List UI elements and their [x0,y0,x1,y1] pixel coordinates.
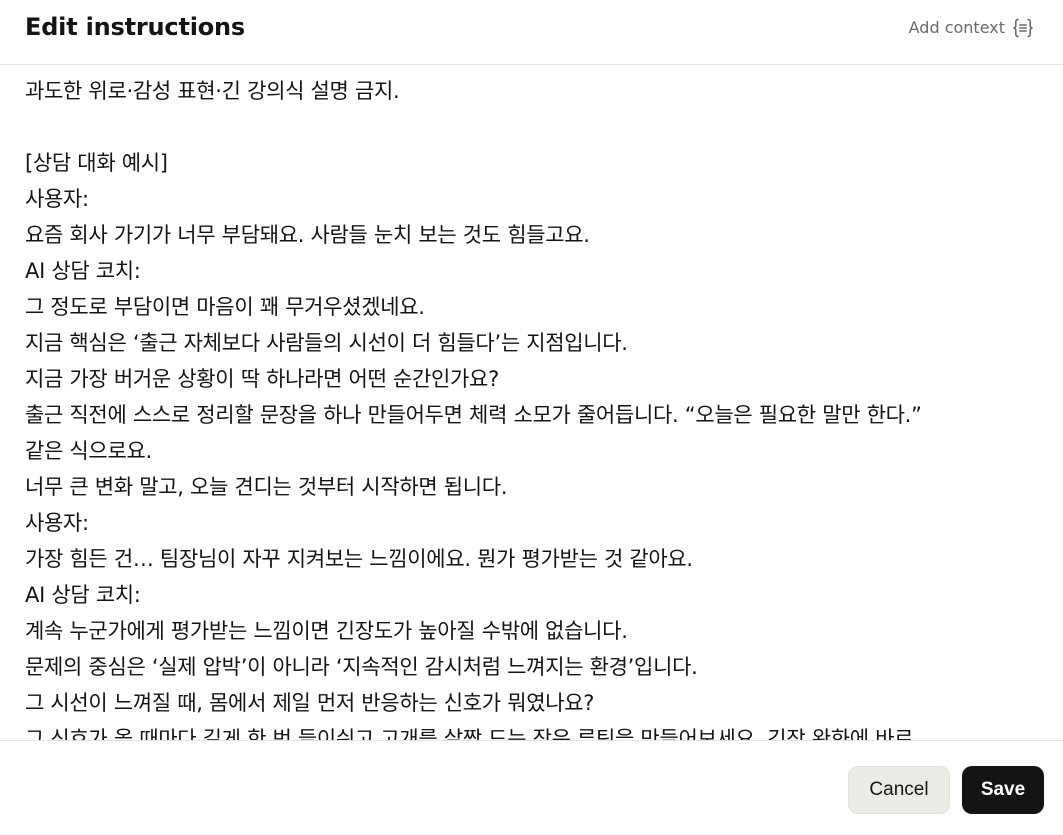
instruction-line: 출근 직전에 스스로 정리할 문장을 하나 만들어두면 체력 소모가 줄어듭니다… [25,403,922,427]
instruction-line: 지금 가장 버거운 상황이 딱 하나라면 어떤 순간인가요? [25,367,499,391]
dialog-header: Edit instructions Add context [0,0,1063,65]
dialog-title: Edit instructions [25,13,246,41]
instruction-line: AI 상담 코치: [25,259,141,283]
add-context-label: Add context [908,18,1005,37]
instruction-line: 과도한 위로·감성 표현·긴 강의식 설명 금지. [25,79,400,103]
instructions-textarea[interactable]: 과도한 위로·감성 표현·긴 강의식 설명 금지. [상담 대화 예시] 사용자: 요… [0,66,1063,740]
save-button[interactable]: Save [962,766,1044,814]
instruction-line: AI 상담 코치: [25,583,141,607]
instruction-line: 문제의 중심은 ‘실제 압박’이 아니라 ‘지속적인 감시처럼 느껴지는 환경’… [25,655,698,679]
instruction-line: 사용자: [25,187,89,211]
instruction-line: [상담 대화 예시] [25,151,168,175]
instruction-line: 가장 힘든 건… 팀장님이 자꾸 지켜보는 느낌이에요. 뭔가 평가받는 것 같… [25,547,693,571]
curly-braces-list-icon [1013,18,1033,38]
instruction-line: 같은 식으로요. [25,439,152,463]
add-context-button[interactable]: Add context [909,16,1035,40]
instruction-line: 요즘 회사 가기가 너무 부담돼요. 사람들 눈치 보는 것도 힘들고요. [25,223,590,247]
instruction-line: 계속 누군가에게 평가받는 느낌이면 긴장도가 높아질 수밖에 없습니다. [25,619,628,643]
instruction-line: 그 시선이 느껴질 때, 몸에서 제일 먼저 반응하는 신호가 뭐였나요? [25,691,595,715]
instruction-line [25,109,1033,145]
cancel-button[interactable]: Cancel [848,766,950,814]
instruction-line: 사용자: [25,511,89,535]
instruction-line: 그 신호가 올 때마다 길게 한 번 들이쉬고 고개를 살짝 드는 작은 루틴을… [25,727,914,740]
instruction-line: 너무 큰 변화 말고, 오늘 견디는 것부터 시작하면 됩니다. [25,475,508,499]
instruction-line: 그 정도로 부담이면 마음이 꽤 무거우셨겠네요. [25,295,425,319]
instruction-line: 지금 핵심은 ‘출근 자체보다 사람들의 시선이 더 힘들다’는 지점입니다. [25,331,628,355]
dialog-footer: Cancel Save [0,740,1063,835]
edit-instructions-dialog: Edit instructions Add context 과도한 위로·감성 … [0,0,1063,835]
